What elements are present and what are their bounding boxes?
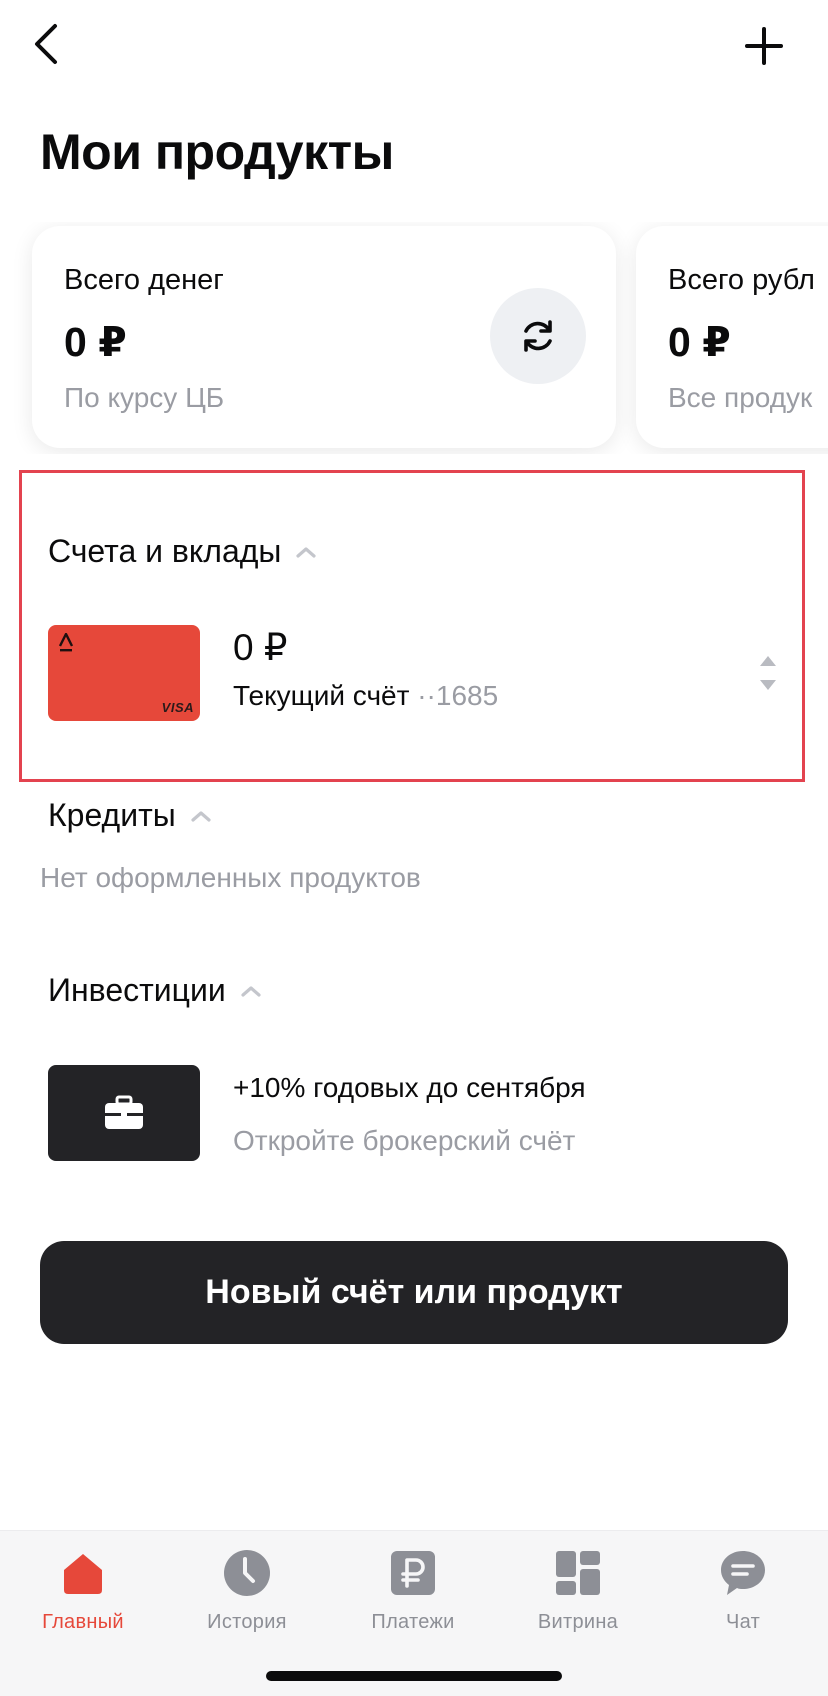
tab-chat[interactable]: Чат [668, 1547, 818, 1634]
tab-label: Главный [42, 1611, 124, 1633]
card-label: Всего рубл [668, 264, 815, 296]
chevron-left-icon [35, 24, 57, 64]
page-title: Мои продукты [40, 124, 394, 180]
tab-history[interactable]: История [172, 1547, 322, 1634]
home-indicator [266, 1671, 562, 1681]
new-product-button[interactable]: Новый счёт или продукт [40, 1241, 788, 1344]
chat-icon [721, 1551, 765, 1595]
account-amount[interactable]: 0 ₽ [233, 626, 287, 669]
showcase-icon [556, 1551, 600, 1595]
chevron-up-icon [191, 810, 211, 822]
tab-label: Чат [725, 1611, 761, 1633]
refresh-button[interactable] [490, 288, 586, 384]
tab-label: Платежи [371, 1611, 455, 1633]
investments-section-header[interactable]: Инвестиции [48, 972, 262, 1009]
alfa-logo-icon [58, 633, 74, 652]
clock-icon [224, 1550, 270, 1596]
tab-showcase[interactable]: Витрина [503, 1547, 653, 1634]
card-subtitle: Все продук [668, 382, 813, 413]
section-title: Счета и вклады [48, 533, 282, 569]
add-button[interactable] [736, 18, 792, 74]
tab-label: Витрина [537, 1611, 619, 1633]
card-amount: 0 ₽ [64, 319, 127, 365]
reorder-handle-icon[interactable] [756, 650, 780, 696]
chevron-up-icon [296, 546, 317, 558]
account-card-image[interactable]: VISA [48, 625, 200, 721]
tab-label: История [207, 1611, 287, 1633]
summary-cards-row[interactable]: Всего денег 0 ₽ По курсу ЦБ Всего рубл 0… [0, 222, 828, 454]
accounts-section-header[interactable]: Счета и вклады [48, 533, 317, 570]
card-subtitle: По курсу ЦБ [64, 382, 225, 413]
back-button[interactable] [20, 18, 72, 70]
account-name[interactable]: Текущий счёт ··1685 [233, 680, 498, 712]
refresh-icon [524, 320, 552, 352]
brokerage-promo-tile[interactable] [48, 1065, 200, 1161]
total-rubles-card[interactable]: Всего рубл 0 ₽ Все продук [636, 226, 828, 448]
card-amount: 0 ₽ [668, 319, 731, 365]
tab-payments[interactable]: Платежи [338, 1547, 488, 1634]
credits-empty-text: Нет оформленных продуктов [40, 862, 421, 893]
total-money-card[interactable]: Всего денег 0 ₽ По курсу ЦБ [32, 226, 616, 448]
home-icon [64, 1554, 102, 1594]
card-label: Всего денег [64, 264, 224, 296]
visa-logo: VISA [161, 700, 194, 715]
section-title: Кредиты [48, 797, 176, 833]
briefcase-icon [105, 1095, 143, 1129]
chevron-up-icon [241, 985, 261, 997]
plus-icon [745, 27, 783, 65]
brokerage-promo-subtitle: Откройте брокерский счёт [233, 1125, 576, 1156]
ruble-icon [391, 1551, 435, 1595]
account-number-mask: ··1685 [417, 680, 499, 711]
tab-home[interactable]: Главный [8, 1547, 158, 1634]
account-name-label: Текущий счёт [233, 680, 410, 711]
section-title: Инвестиции [48, 972, 226, 1008]
brokerage-promo-title[interactable]: +10% годовых до сентября [233, 1072, 586, 1104]
credits-section-header[interactable]: Кредиты [48, 797, 212, 834]
